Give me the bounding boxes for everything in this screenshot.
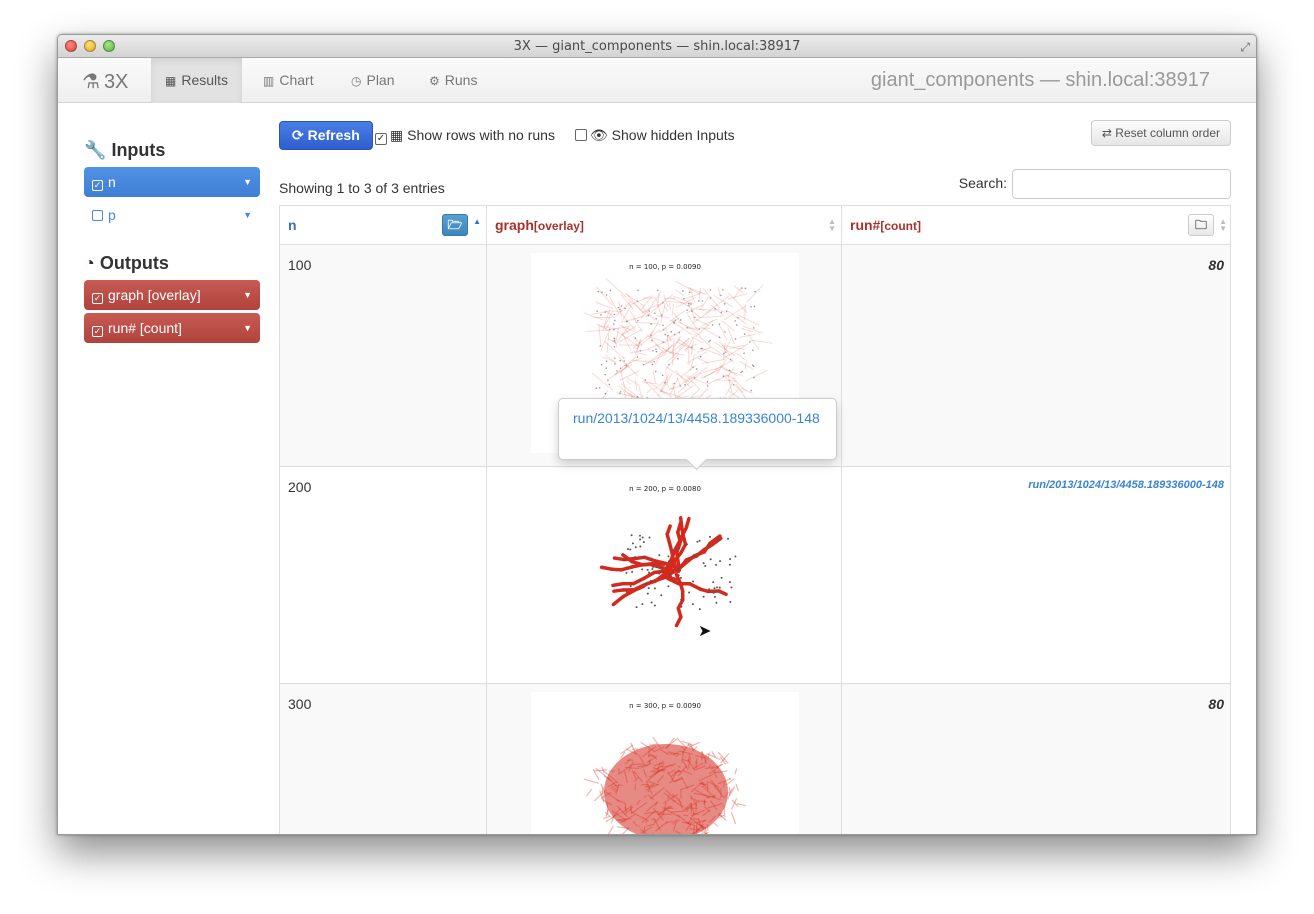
show-hidden-toggle[interactable]: 👁 Show hidden Inputs <box>575 127 735 144</box>
output-run-count[interactable]: ✓ run# [count] ▼ <box>84 313 260 343</box>
caret-down-icon[interactable]: ▼ <box>243 167 252 197</box>
cell-graph: n = 200, p = 0.0080 <box>487 467 842 683</box>
popover-link[interactable]: run/2013/1024/13/4458.189336000-148 <box>573 410 820 426</box>
bar-chart-icon: ▥ <box>263 74 275 88</box>
cell-run: 80 <box>1208 696 1224 712</box>
dashboard-icon: ◔ <box>84 253 95 273</box>
outputs-heading-label: Outputs <box>99 253 169 273</box>
show-hidden-checkbox[interactable] <box>575 129 587 141</box>
table-icon: ▦ <box>165 74 177 88</box>
inputs-heading-label: Inputs <box>111 140 166 160</box>
column-header-n[interactable]: n 🗁 ▲ <box>280 206 487 245</box>
show-no-runs-toggle[interactable]: ✓ ▦ Show rows with no runs <box>375 127 555 145</box>
refresh-button[interactable]: ⟳ Refresh <box>279 121 373 150</box>
network-graph-image <box>583 736 747 834</box>
entries-info: Showing 1 to 3 of 3 entries <box>279 180 445 196</box>
window-title: 3X — giant_components — shin.local:38917 <box>513 39 801 54</box>
column-n-label: n <box>288 217 297 233</box>
checked-icon[interactable]: ✓ <box>92 180 103 191</box>
experiment-title: giant_components — shin.local:38917 <box>870 69 1210 91</box>
output-graph-label: graph [overlay] <box>108 287 201 303</box>
exchange-icon: ⇄ <box>1101 126 1112 140</box>
tab-plan-label: Plan <box>366 72 395 88</box>
plot-title: n = 300, p = 0.0090 <box>629 702 701 710</box>
cell-n: 100 <box>280 245 487 466</box>
input-p-label: p <box>108 207 116 223</box>
run-link-popover[interactable]: run/2013/1024/13/4458.189336000-148 <box>558 398 837 460</box>
app-window: 3X — giant_components — shin.local:38917… <box>57 34 1257 835</box>
sidebar: 🔧 Inputs ✓ n ▼ p ▼ ◔ Outputs ✓ graph [over… <box>84 103 260 346</box>
brand[interactable]: ⚗ 3X <box>82 69 128 94</box>
tab-chart[interactable]: ▥ Chart <box>249 58 328 103</box>
cell-graph: n = 300, p = 0.0090 <box>487 684 842 834</box>
show-no-runs-checkbox[interactable]: ✓ <box>375 133 387 145</box>
plot-title: n = 200, p = 0.0080 <box>629 485 701 493</box>
caret-down-icon[interactable]: ▼ <box>243 280 252 310</box>
show-hidden-label: Show hidden Inputs <box>611 127 735 143</box>
column-run-sub: [count] <box>880 219 921 233</box>
reset-column-order-button[interactable]: ⇄ Reset column order <box>1090 120 1231 146</box>
sort-icon[interactable]: ▲ <box>473 218 481 226</box>
column-header-graph[interactable]: graph[overlay] ▲ ▼ <box>487 206 842 245</box>
refresh-label: Refresh <box>307 127 360 143</box>
results-table: n 🗁 ▲ graph[overlay] ▲ ▼ run#[count] 🗀 ▲ ▼… <box>279 205 1231 834</box>
reset-label: Reset column order <box>1115 126 1220 140</box>
refresh-icon: ⟳ <box>292 127 304 143</box>
unchecked-icon[interactable] <box>92 210 103 221</box>
checked-icon[interactable]: ✓ <box>92 293 103 304</box>
caret-down-icon[interactable]: ▼ <box>243 313 252 343</box>
cell-run: 80 <box>1208 257 1224 273</box>
sort-icon[interactable]: ▲ ▼ <box>828 218 836 233</box>
network-graph-image <box>599 516 737 628</box>
column-run-label: run# <box>850 217 881 233</box>
tab-plan[interactable]: ◷ Plan <box>337 58 409 103</box>
caret-down-icon[interactable]: ▼ <box>243 200 252 230</box>
search-input[interactable] <box>1012 169 1231 199</box>
navbar: ⚗ 3X ▦ Results ▥ Chart ◷ Plan ⚙ Runs giant_co… <box>58 58 1256 103</box>
column-graph-label: graph <box>495 217 534 233</box>
inputs-heading: 🔧 Inputs <box>84 140 260 161</box>
cell-n: 200 <box>280 467 487 683</box>
outputs-heading: ◔ Outputs <box>84 253 260 274</box>
tab-runs-label: Runs <box>444 72 478 88</box>
column-header-run[interactable]: run#[count] 🗀 ▲ ▼ <box>842 206 1232 245</box>
graph-plot[interactable]: n = 300, p = 0.0090 <box>531 692 799 834</box>
sort-icon[interactable]: ▲ ▼ <box>1219 218 1227 233</box>
table-row[interactable]: 300 n = 300, p = 0.0090 80 <box>280 684 1230 834</box>
eye-icon: 👁 <box>590 127 608 143</box>
output-graph[interactable]: ✓ graph [overlay] ▼ <box>84 280 260 310</box>
grid-icon: ▦ <box>390 127 404 143</box>
cell-n: 300 <box>280 684 487 834</box>
table-header: n 🗁 ▲ graph[overlay] ▲ ▼ run#[count] 🗀 ▲ ▼ <box>280 206 1230 245</box>
table-row[interactable]: 200 n = 200, p = 0.0080 run/2013/1024/13… <box>280 467 1230 684</box>
brand-label: 3X <box>103 71 129 93</box>
column-graph-sub: [overlay] <box>533 219 584 233</box>
tab-results[interactable]: ▦ Results <box>151 58 243 103</box>
title-bar: 3X — giant_components — shin.local:38917… <box>58 35 1256 58</box>
wrench-icon: 🔧 <box>84 140 107 160</box>
input-p[interactable]: p ▼ <box>84 200 260 230</box>
mouse-cursor-icon: ➤ <box>698 623 712 640</box>
input-n[interactable]: ✓ n ▼ <box>84 167 260 197</box>
fullscreen-icon[interactable]: ⤢ <box>1240 40 1250 55</box>
graph-plot[interactable]: n = 200, p = 0.0080 <box>531 475 799 675</box>
search-label: Search: <box>958 175 1007 191</box>
input-n-label: n <box>108 174 116 190</box>
tab-chart-label: Chart <box>279 72 314 88</box>
run-link[interactable]: run/2013/1024/13/4458.189336000-148 <box>842 467 1232 683</box>
folder-icon[interactable]: 🗀 <box>1188 214 1214 236</box>
show-no-runs-label: Show rows with no runs <box>407 127 555 143</box>
flask-icon: ⚗ <box>82 71 100 93</box>
checked-icon[interactable]: ✓ <box>92 326 103 337</box>
folder-open-icon[interactable]: 🗁 <box>442 214 468 236</box>
tab-results-label: Results <box>181 72 229 88</box>
cogs-icon: ⚙ <box>429 74 440 88</box>
plot-title: n = 100, p = 0.0090 <box>629 263 701 271</box>
tab-runs[interactable]: ⚙ Runs <box>415 58 491 103</box>
dashboard-icon: ◷ <box>351 74 362 88</box>
output-run-count-label: run# [count] <box>108 320 182 336</box>
